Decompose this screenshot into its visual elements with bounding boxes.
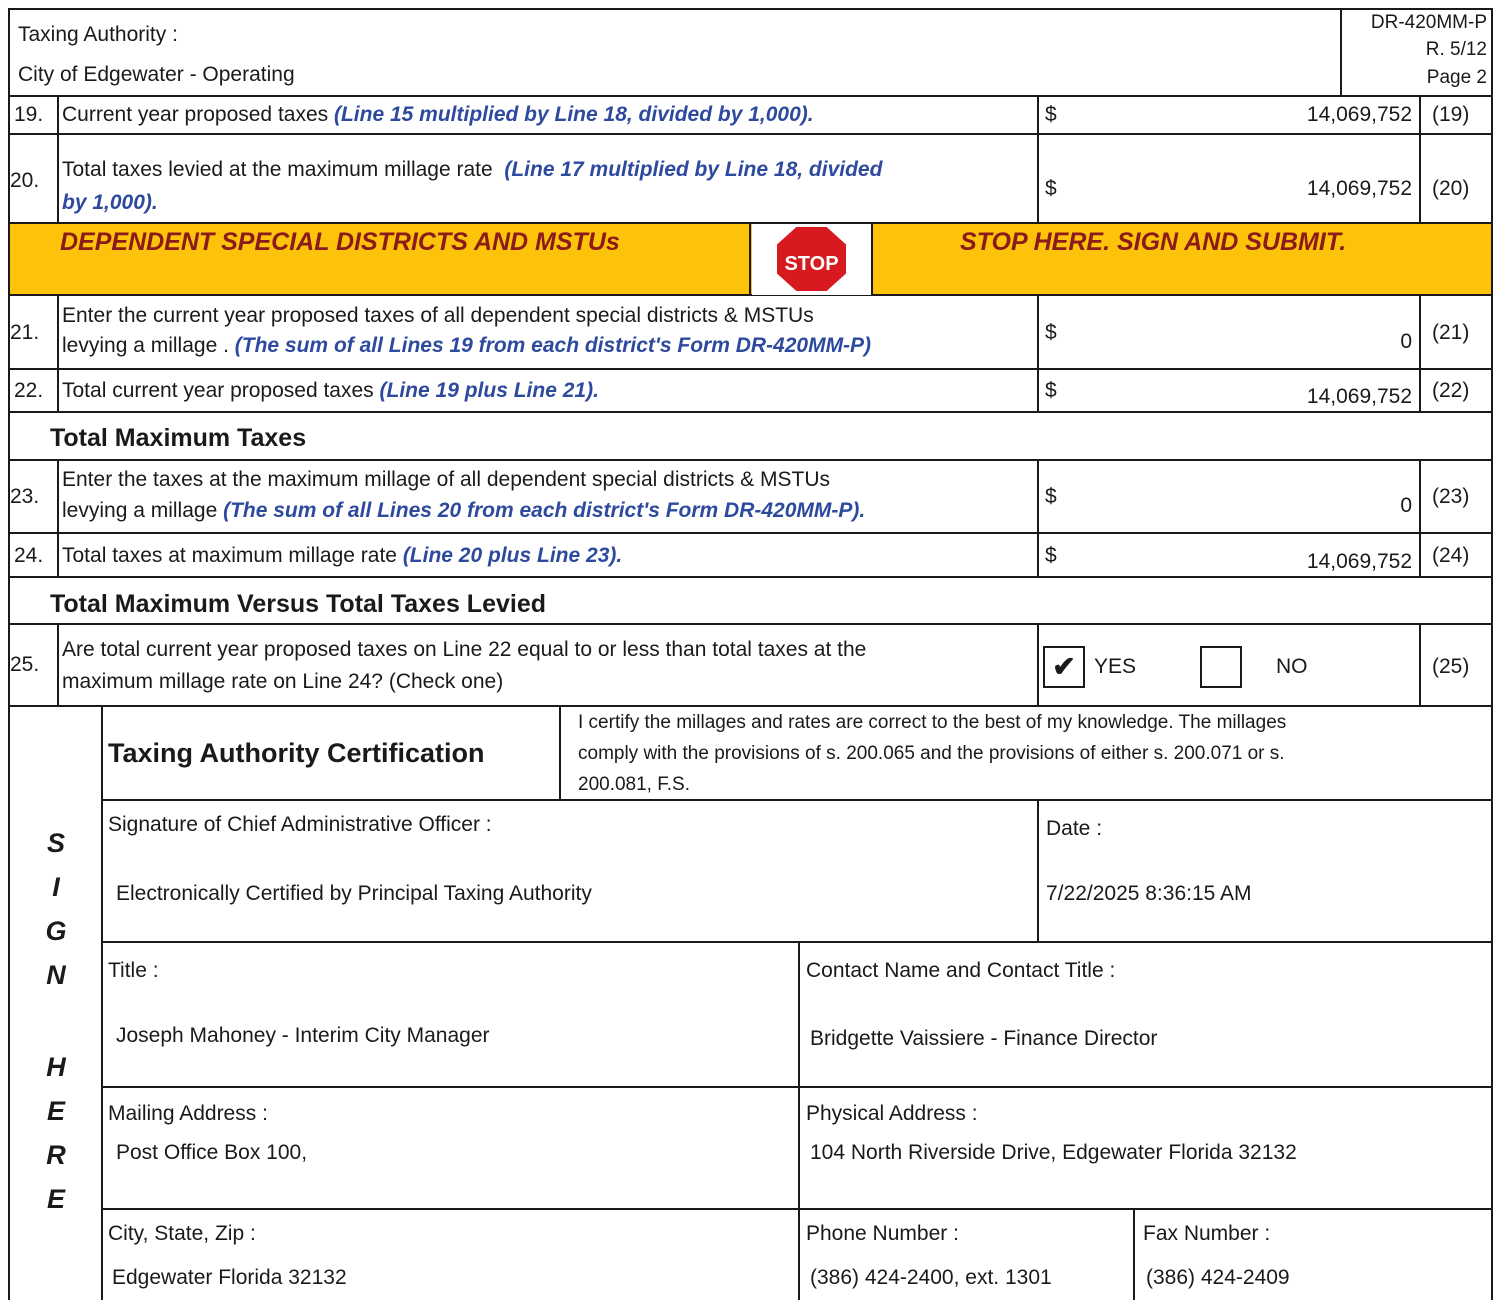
date-value: 7/22/2025 8:36:15 AM [1046,882,1252,905]
line-24-value: 14,069,752 [1306,550,1412,573]
sign-letter: I [52,872,60,902]
sign-letter: E [46,1096,65,1126]
line-21-value: 0 [1400,330,1412,353]
certification-statement: I certify the millages and rates are cor… [578,712,1287,733]
line-ref: (23) [1432,485,1470,508]
line-20-note: by 1,000). [62,191,158,214]
stop-sign-icon: STOP [752,224,871,295]
sign-letter: H [46,1052,66,1082]
line-number: 19. [14,103,44,126]
line-number: 25. [10,653,40,676]
line-ref: (21) [1432,321,1470,344]
line-number: 22. [14,379,44,402]
sign-letter: N [46,960,66,990]
line-21-text: Enter the current year proposed taxes of… [62,304,814,327]
banner-stop-here: STOP HERE. SIGN AND SUBMIT. [960,228,1347,256]
line-23-value: 0 [1400,494,1412,517]
line-number: 20. [10,169,40,192]
signature-value: Electronically Certified by Principal Ta… [116,882,592,905]
phone-label: Phone Number : [806,1222,959,1245]
city-label: City, State, Zip : [108,1222,256,1245]
line-number: 21. [10,321,40,344]
physical-value: 104 North Riverside Drive, Edgewater Flo… [810,1141,1297,1164]
certification-statement: comply with the provisions of s. 200.065… [578,743,1285,764]
line-19-text: Current year proposed taxes (Line 15 mul… [62,103,814,126]
currency-symbol: $ [1045,103,1057,126]
title-label: Title : [108,959,159,982]
no-checkbox[interactable] [1200,646,1242,688]
line-25-text: Are total current year proposed taxes on… [62,638,867,661]
contact-label: Contact Name and Contact Title : [806,959,1116,982]
sign-letter: R [46,1140,66,1170]
currency-symbol: $ [1045,379,1057,402]
line-23-text-2: levying a millage (The sum of all Lines … [62,499,866,522]
line-22-value: 14,069,752 [1306,385,1412,408]
mailing-value: Post Office Box 100, [116,1141,308,1164]
title-value: Joseph Mahoney - Interim City Manager [116,1024,490,1047]
line-number: 24. [14,544,44,567]
currency-symbol: $ [1045,544,1057,567]
mailing-label: Mailing Address : [108,1102,268,1125]
line-19-value: 14,069,752 [1306,103,1412,126]
certification-title: Taxing Authority Certification [108,738,485,768]
contact-value: Bridgette Vaissiere - Finance Director [810,1027,1158,1050]
line-21-text-2: levying a millage . (The sum of all Line… [62,334,872,357]
form-revision: R. 5/12 [1425,39,1487,60]
line-20-value: 14,069,752 [1306,177,1412,200]
phone-value: (386) 424-2400, ext. 1301 [810,1266,1052,1289]
line-24-text: Total taxes at maximum millage rate (Lin… [62,544,623,567]
yes-checkbox[interactable]: ✔ [1043,646,1085,688]
form-page: Page 2 [1426,67,1487,88]
physical-label: Physical Address : [806,1102,978,1125]
sign-letter: S [46,828,65,858]
form-id: DR-420MM-P [1370,12,1487,33]
section-versus: Total Maximum Versus Total Taxes Levied [50,590,546,618]
line-ref: (19) [1432,103,1470,126]
certification-statement: 200.081, F.S. [578,774,690,795]
banner-dependent-districts: DEPENDENT SPECIAL DISTRICTS AND MSTUs [60,228,620,256]
fax-label: Fax Number : [1143,1222,1271,1245]
sign-letter: G [45,916,67,946]
currency-symbol: $ [1045,485,1057,508]
line-ref: (22) [1432,379,1470,402]
date-label: Date : [1046,817,1103,840]
line-ref: (20) [1432,177,1470,200]
sign-letter: E [46,1184,65,1214]
city-value: Edgewater Florida 32132 [112,1266,347,1289]
yes-label: YES [1094,655,1137,678]
line-ref: (24) [1432,544,1470,567]
line-20-text: Total taxes levied at the maximum millag… [62,158,883,181]
signature-label: Signature of Chief Administrative Office… [108,813,492,836]
line-ref: (25) [1432,655,1470,678]
currency-symbol: $ [1045,177,1057,200]
line-22-text: Total current year proposed taxes (Line … [62,379,599,402]
currency-symbol: $ [1045,321,1057,344]
line-23-text: Enter the taxes at the maximum millage o… [62,468,830,491]
section-total-maximum-taxes: Total Maximum Taxes [50,424,307,452]
stop-sign-text: STOP [784,253,838,275]
line-25-text-2: maximum millage rate on Line 24? (Check … [62,670,504,693]
no-label: NO [1276,655,1308,678]
line-number: 23. [10,485,40,508]
taxing-authority-name: City of Edgewater - Operating [18,63,295,86]
fax-value: (386) 424-2409 [1146,1266,1290,1289]
taxing-authority-label: Taxing Authority : [18,23,178,46]
